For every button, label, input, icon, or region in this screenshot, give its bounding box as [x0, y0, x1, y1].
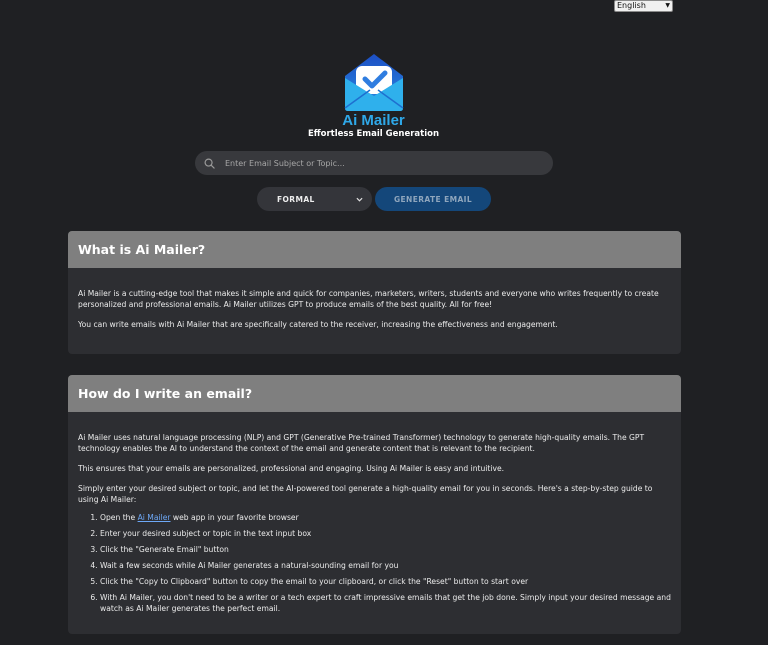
- chevron-down-icon: ▼: [665, 2, 670, 9]
- list-item: Click the "Copy to Clipboard" button to …: [100, 576, 671, 587]
- what-is-title: What is Ai Mailer?: [68, 231, 681, 268]
- how-to-paragraph: This ensures that your emails are person…: [78, 464, 505, 473]
- tone-select[interactable]: FORMAL: [257, 187, 372, 211]
- brand-tagline: Effortless Email Generation: [307, 129, 440, 139]
- what-is-paragraph: Ai Mailer is a cutting-edge tool that ma…: [78, 289, 659, 309]
- generate-email-button[interactable]: GENERATE EMAIL: [375, 187, 491, 211]
- chevron-down-icon: [356, 197, 363, 202]
- language-select-value: English: [617, 1, 646, 10]
- how-to-paragraph: Ai Mailer uses natural language processi…: [78, 433, 645, 453]
- what-is-card: What is Ai Mailer? Ai Mailer is a cuttin…: [68, 231, 681, 354]
- what-is-paragraph: You can write emails with Ai Mailer that…: [78, 320, 558, 329]
- how-to-title: How do I write an email?: [68, 375, 681, 412]
- list-item: Wait a few seconds while Ai Mailer gener…: [100, 560, 671, 571]
- steps-list: Open the Ai Mailer web app in your favor…: [78, 512, 671, 614]
- ai-mailer-link[interactable]: Ai Mailer: [138, 513, 171, 522]
- how-to-card: How do I write an email? Ai Mailer uses …: [68, 375, 681, 634]
- language-select[interactable]: English ▼: [614, 0, 673, 12]
- search-icon: [204, 158, 215, 169]
- how-to-paragraph: Simply enter your desired subject or top…: [78, 484, 653, 504]
- tone-select-value: FORMAL: [277, 194, 315, 204]
- search-input[interactable]: [223, 157, 527, 169]
- list-item: Click the "Generate Email" button: [100, 544, 671, 555]
- search-bar[interactable]: [195, 151, 553, 175]
- envelope-logo-icon: [344, 54, 404, 111]
- brand-name: Ai Mailer: [342, 112, 405, 129]
- list-item: With Ai Mailer, you don't need to be a w…: [100, 592, 671, 614]
- list-item: Open the Ai Mailer web app in your favor…: [100, 512, 671, 523]
- list-item: Enter your desired subject or topic in t…: [100, 528, 671, 539]
